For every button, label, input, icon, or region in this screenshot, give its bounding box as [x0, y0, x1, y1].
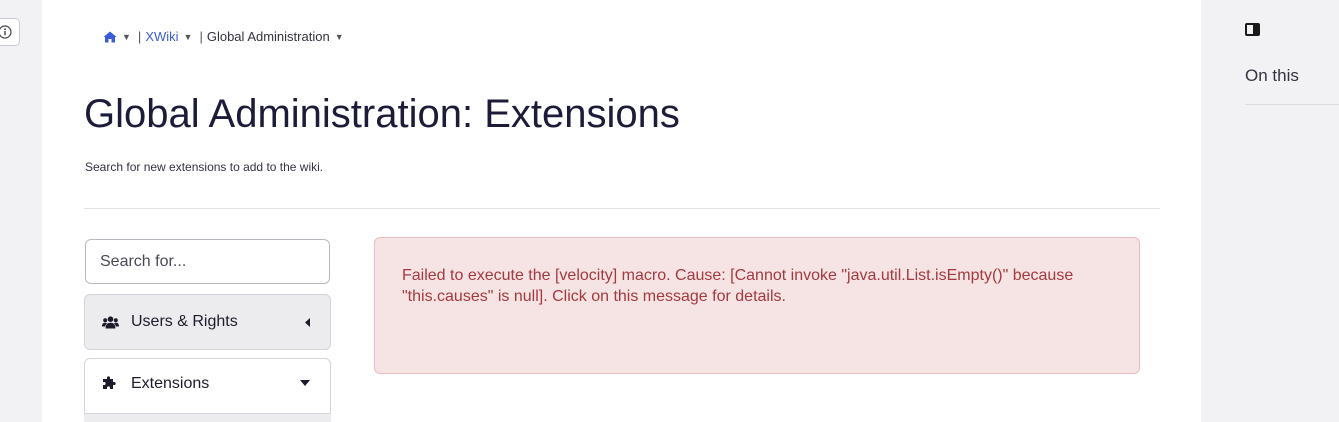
- panel-toggle-icon[interactable]: [1245, 23, 1260, 36]
- breadcrumb-separator: |: [137, 29, 142, 44]
- caret-down-icon: [300, 380, 310, 386]
- current-dropdown-caret-icon[interactable]: ▼: [335, 32, 344, 42]
- right-panel: On this: [1201, 0, 1339, 422]
- breadcrumb-separator: |: [199, 29, 203, 44]
- left-gutter: [0, 0, 42, 422]
- menu-item-label: Extensions: [131, 375, 210, 392]
- xwiki-dropdown-caret-icon[interactable]: ▼: [184, 32, 193, 42]
- divider: [1245, 104, 1339, 105]
- breadcrumb-xwiki-link[interactable]: XWiki: [145, 29, 178, 44]
- breadcrumb-current[interactable]: Global Administration: [207, 29, 330, 44]
- info-icon: [0, 25, 12, 39]
- caret-left-icon: [305, 317, 310, 327]
- divider: [84, 208, 1160, 209]
- puzzle-icon: [102, 375, 120, 390]
- home-icon[interactable]: [103, 31, 117, 43]
- page-title: Global Administration: Extensions: [84, 92, 680, 136]
- users-icon: [102, 315, 120, 329]
- info-button[interactable]: [0, 18, 20, 46]
- home-dropdown-caret-icon[interactable]: ▼: [122, 32, 131, 42]
- breadcrumb: ▼ | XWiki ▼ | Global Administration ▼: [103, 29, 349, 44]
- on-this-page-heading: On this: [1245, 66, 1299, 85]
- extensions-submenu: [84, 413, 331, 422]
- menu-item-users-rights[interactable]: Users & Rights: [84, 294, 331, 350]
- error-message[interactable]: Failed to execute the [velocity] macro. …: [374, 237, 1140, 374]
- page-description: Search for new extensions to add to the …: [85, 160, 324, 174]
- admin-search-input[interactable]: [85, 239, 330, 284]
- menu-item-label: Users & Rights: [131, 313, 238, 330]
